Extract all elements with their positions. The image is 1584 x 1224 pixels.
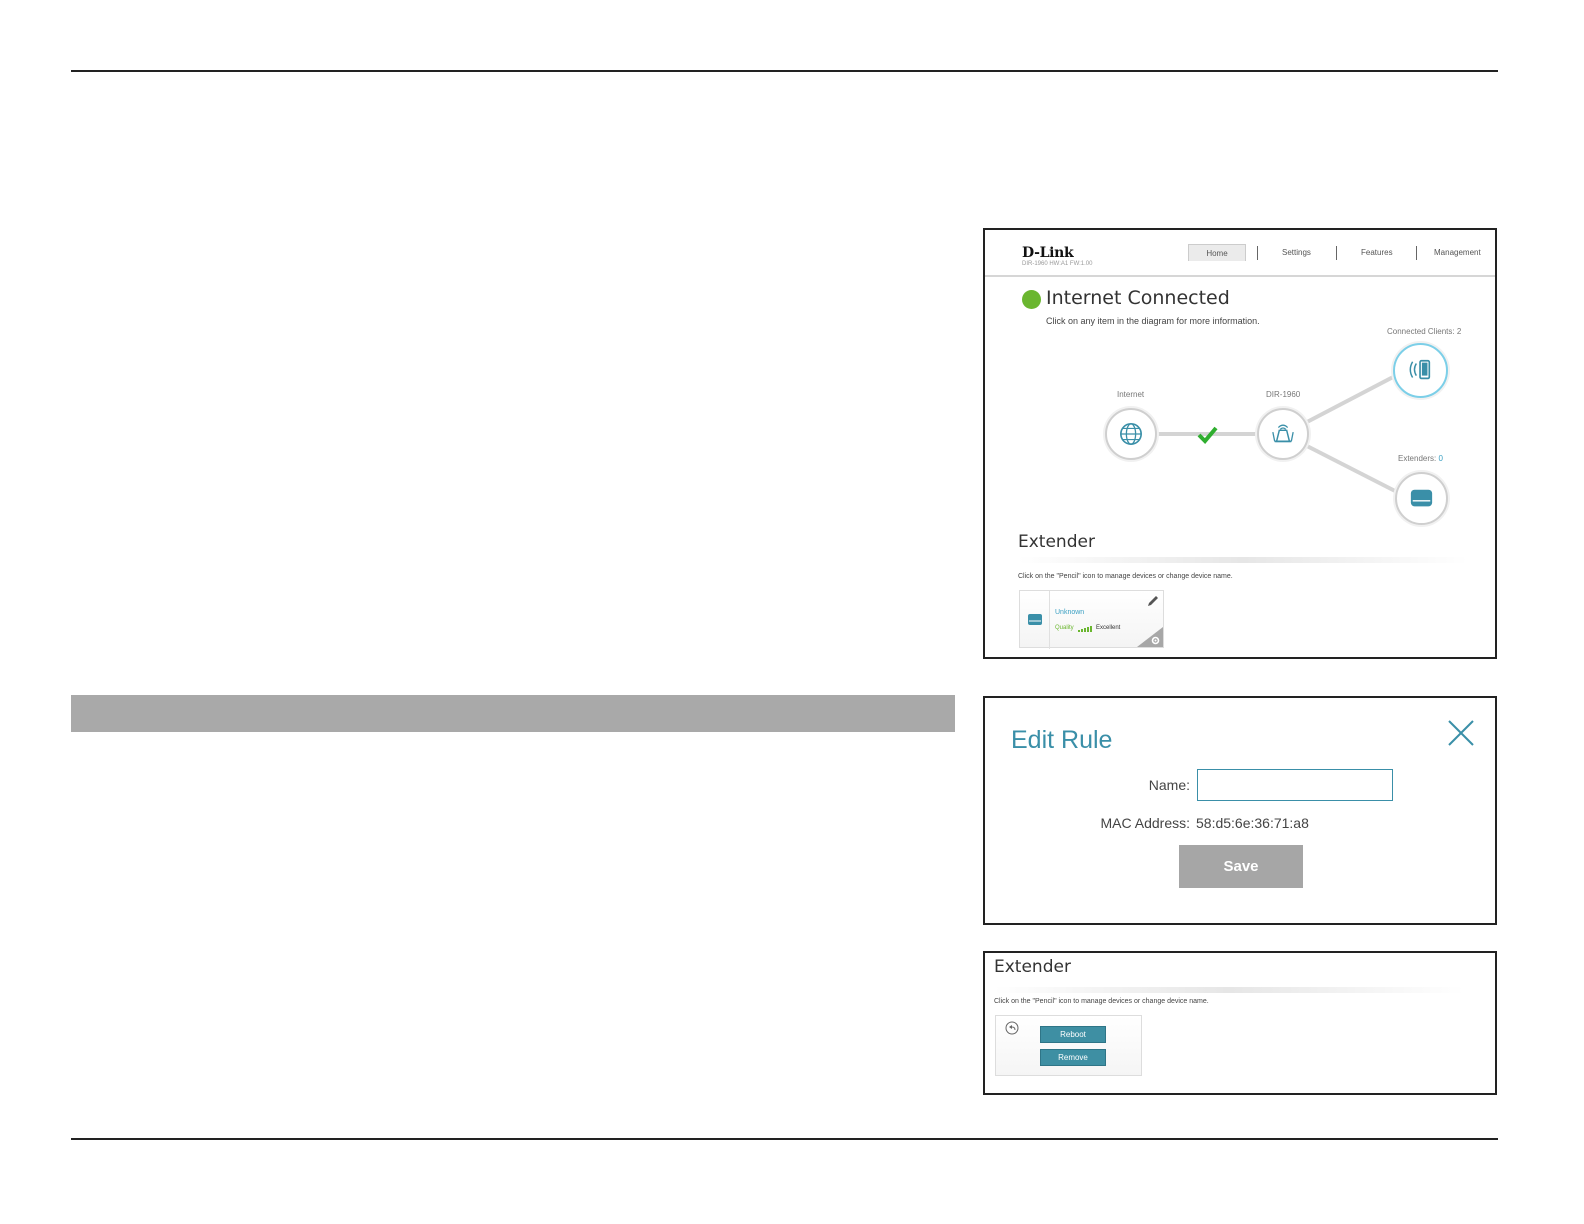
internet-node[interactable]	[1105, 408, 1157, 460]
extender-device-card[interactable]: Unknown Quality Excellent	[1019, 590, 1164, 649]
mac-address-value: 58:d5:6e:36:71:a8	[1196, 815, 1309, 831]
remove-button[interactable]: Remove	[1040, 1049, 1106, 1066]
extender-action-card: Reboot Remove	[995, 1015, 1142, 1076]
router-label: DIR-1960	[1266, 390, 1301, 399]
name-input[interactable]	[1197, 769, 1393, 801]
edit-rule-dialog: Edit Rule Name: MAC Address: 58:d5:6e:36…	[983, 696, 1497, 925]
save-button[interactable]: Save	[1179, 845, 1303, 888]
extender-link-line	[1306, 444, 1398, 494]
internet-label: Internet	[1117, 390, 1145, 399]
section-divider	[1018, 557, 1468, 563]
extender-icon	[1410, 489, 1433, 507]
pencil-icon[interactable]	[1146, 594, 1160, 608]
connected-clients-label: Connected Clients: 2	[1387, 327, 1462, 336]
extender-actions-screenshot: Extender Click on the "Pencil" icon to m…	[983, 951, 1497, 1095]
bottom-rule	[71, 1138, 1498, 1140]
name-label: Name:	[1148, 777, 1190, 793]
close-icon[interactable]	[1446, 718, 1476, 748]
globe-icon	[1120, 423, 1142, 445]
connected-clients-node[interactable]	[1393, 343, 1448, 398]
extender-node[interactable]	[1395, 472, 1448, 525]
extender-icon	[1028, 614, 1042, 625]
top-rule	[71, 70, 1498, 72]
extender-section-title: Extender	[994, 957, 1071, 977]
quality-value: Excellent	[1096, 625, 1121, 631]
extender-section-title: Extender	[1018, 532, 1095, 552]
gear-icon[interactable]	[1151, 636, 1160, 645]
reboot-button[interactable]: Reboot	[1040, 1026, 1106, 1043]
quality-label: Quality	[1055, 625, 1074, 631]
home-screenshot: D-Link DIR-1960 HW:A1 FW:1.00 Home Setti…	[983, 228, 1497, 659]
clients-link-line	[1306, 374, 1396, 424]
extenders-count: 0	[1438, 454, 1443, 463]
back-arrow-icon[interactable]	[1005, 1021, 1019, 1035]
mac-address-label: MAC Address:	[1100, 815, 1190, 831]
dialog-title: Edit Rule	[1011, 726, 1113, 754]
section-divider	[994, 987, 1464, 993]
device-name: Unknown	[1055, 609, 1085, 616]
router-icon	[1272, 424, 1294, 443]
card-divider	[1049, 591, 1050, 649]
extender-hint: Click on the "Pencil" icon to manage dev…	[1018, 573, 1233, 580]
extender-hint: Click on the "Pencil" icon to manage dev…	[994, 998, 1209, 1005]
wireless-device-icon	[1409, 359, 1431, 380]
extenders-label: Extenders: 0	[1398, 454, 1443, 463]
section-header-bar	[71, 695, 955, 732]
signal-bars-icon	[1078, 626, 1092, 632]
router-node[interactable]	[1257, 408, 1309, 460]
extenders-label-text: Extenders:	[1398, 454, 1437, 463]
